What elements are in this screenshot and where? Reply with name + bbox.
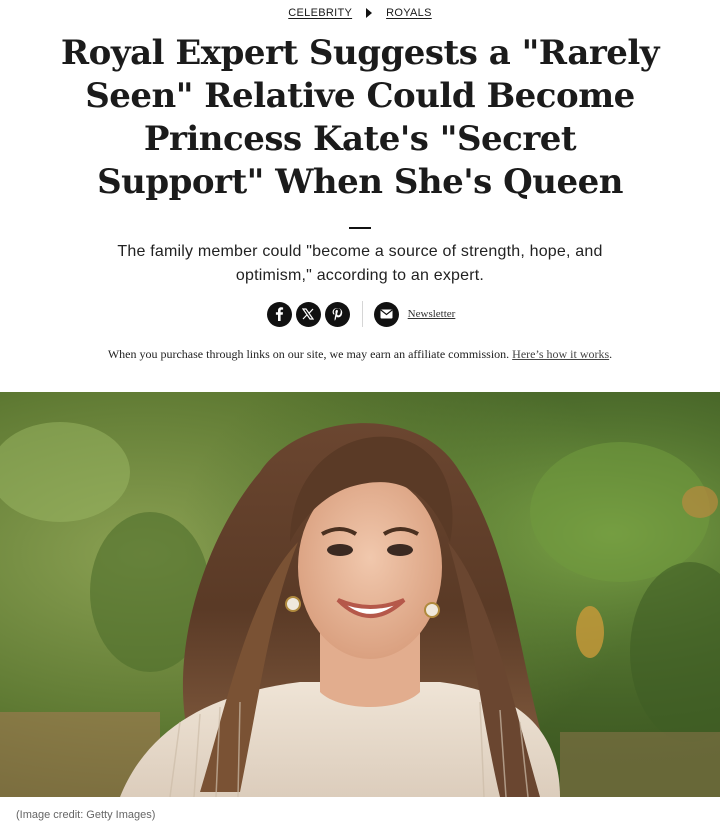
affiliate-text: When you purchase through links on our s… bbox=[107, 347, 513, 361]
affiliate-info-link[interactable]: Here’s how it works bbox=[512, 347, 609, 361]
facebook-icon[interactable] bbox=[266, 301, 292, 327]
breadcrumb-celebrity[interactable]: CELEBRITY bbox=[288, 7, 352, 19]
email-icon[interactable] bbox=[373, 301, 399, 327]
x-icon[interactable] bbox=[295, 301, 321, 327]
newsletter-link[interactable]: Newsletter bbox=[408, 308, 456, 320]
chevron-right-icon bbox=[366, 8, 373, 18]
pinterest-icon[interactable] bbox=[324, 301, 350, 327]
article-dek: The family member could "become a source… bbox=[117, 243, 603, 284]
image-credit: (Image credit: Getty Images) bbox=[16, 809, 156, 821]
hero-photo bbox=[0, 392, 720, 797]
article-headline: Royal Expert Suggests a "Rarely Seen" Re… bbox=[60, 33, 660, 202]
breadcrumb-royals[interactable]: ROYALS bbox=[386, 7, 432, 19]
share-bar: Newsletter bbox=[0, 301, 720, 327]
affiliate-suffix: . bbox=[609, 347, 613, 361]
breadcrumb: CELEBRITY ROYALS bbox=[0, 7, 720, 19]
share-divider bbox=[361, 301, 363, 327]
headline-divider bbox=[349, 227, 371, 229]
affiliate-disclosure: When you purchase through links on our s… bbox=[0, 347, 720, 362]
hero-image bbox=[0, 392, 720, 797]
